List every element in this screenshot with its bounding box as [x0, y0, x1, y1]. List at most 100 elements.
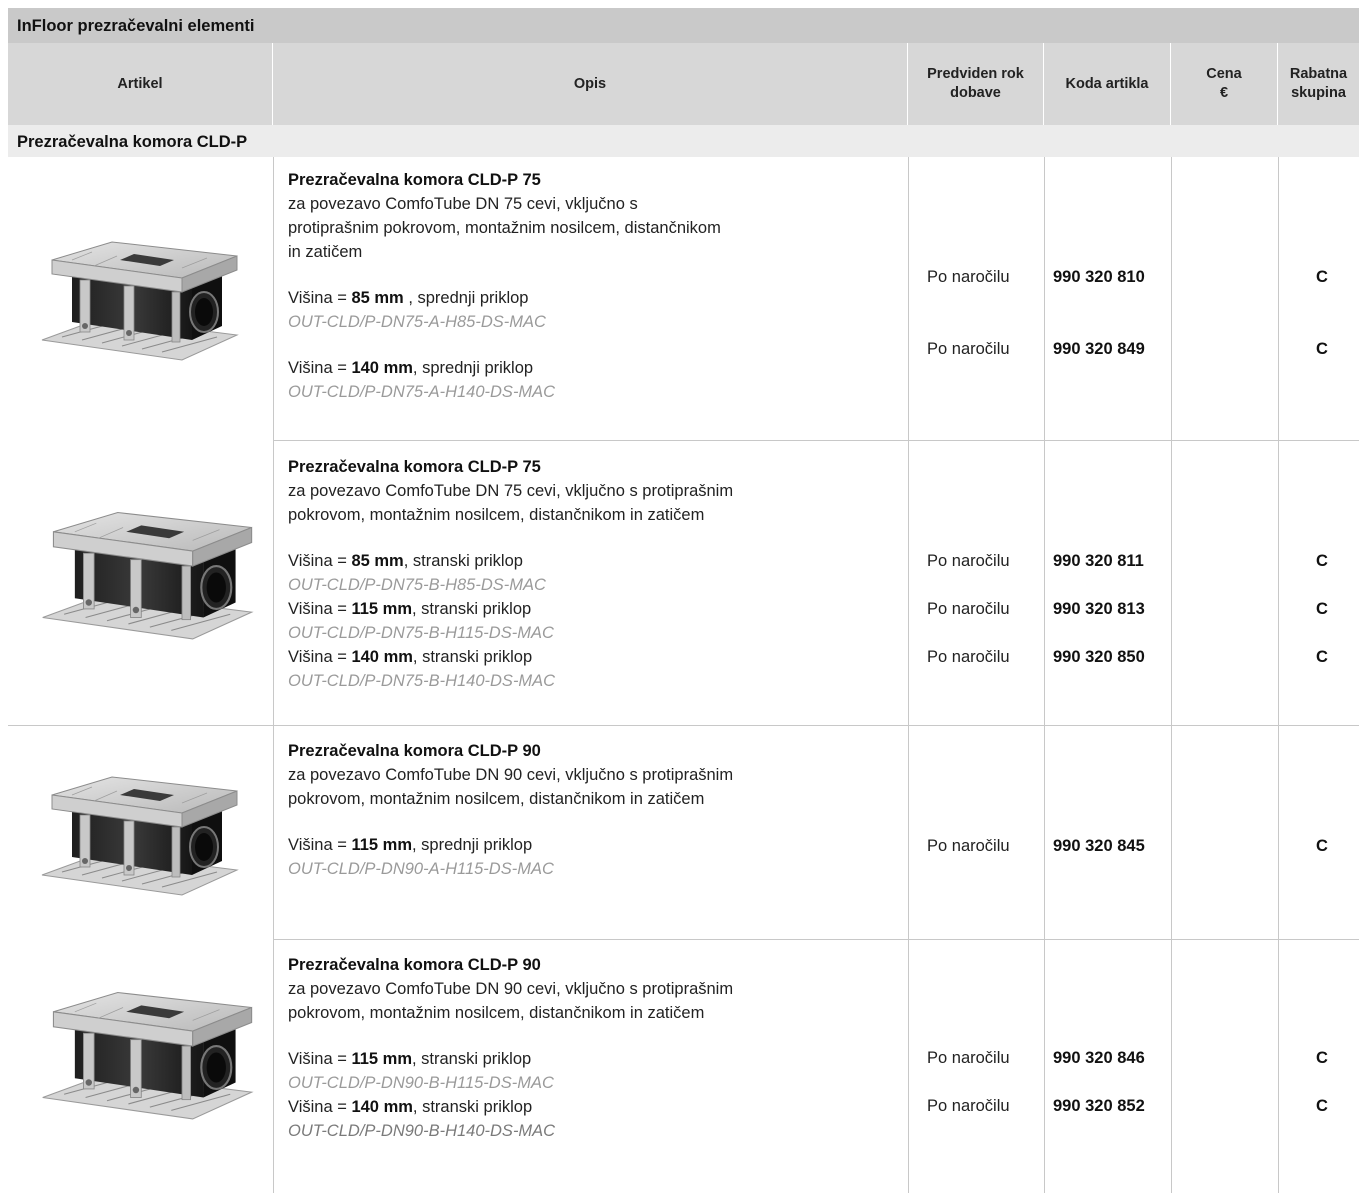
column-divider	[273, 157, 274, 1193]
description-line: pokrovom, montažnim nosilcem, distančnik…	[288, 1004, 705, 1022]
connection-type: , stranski priklop	[412, 648, 533, 666]
variant-code: OUT-CLD/P-DN75-A-H140-DS-MAC	[288, 383, 556, 401]
variant-height: Višina = 140 mm, stranski priklop	[288, 645, 733, 669]
header-price: Cena €	[1171, 43, 1278, 125]
discount-group: C	[1316, 1097, 1328, 1115]
article-code: 990 320 852	[1053, 1097, 1145, 1115]
header-artikel: Artikel	[8, 43, 273, 125]
product-image-cld-p75-side	[41, 511, 253, 641]
height-value: 140 mm	[351, 1098, 413, 1116]
column-divider	[1171, 157, 1172, 1193]
variant-code: OUT-CLD/P-DN90-A-H115-DS-MAC	[288, 860, 554, 878]
row-divider	[8, 725, 1359, 726]
delivery-time: Po naročilu	[927, 552, 1010, 570]
description-line: pokrovom, montažnim nosilcem, distančnik…	[288, 506, 705, 524]
variant-code: OUT-CLD/P-DN90-B-H115-DS-MAC	[288, 1074, 554, 1092]
height-value: 140 mm	[351, 359, 413, 377]
column-divider	[908, 157, 909, 1193]
row-divider	[273, 440, 1359, 441]
description-line: za povezavo ComfoTube DN 75 cevi, vključ…	[288, 482, 734, 500]
delivery-time: Po naročilu	[927, 340, 1010, 358]
connection-type: , sprednji priklop	[403, 289, 529, 307]
connection-type: , sprednji priklop	[412, 359, 534, 377]
variant-height: Višina = 140 mm, stranski priklop	[288, 1095, 733, 1119]
variant-height: Višina = 85 mm, stranski priklop	[288, 549, 733, 573]
header-discount-group: Rabatna skupina	[1278, 43, 1359, 125]
product-description: Prezračevalna komora CLD-P 90 za povezav…	[288, 739, 733, 881]
height-prefix: Višina =	[288, 836, 352, 854]
connection-type: , stranski priklop	[412, 1050, 532, 1068]
height-prefix: Višina =	[288, 648, 352, 666]
column-divider	[1278, 157, 1279, 1193]
header-price-line2: €	[1219, 85, 1229, 101]
product-image-cld-p75-front	[41, 241, 238, 361]
height-value: 85 mm	[351, 289, 404, 307]
height-value: 140 mm	[351, 648, 413, 666]
height-prefix: Višina =	[288, 600, 352, 618]
product-image-cld-p90-side	[41, 991, 253, 1121]
connection-type: , stranski priklop	[412, 1098, 533, 1116]
article-code: 990 320 845	[1053, 837, 1145, 855]
product-title: Prezračevalna komora CLD-P 75	[288, 171, 541, 189]
delivery-time: Po naročilu	[927, 648, 1010, 666]
header-delivery-line1: Predviden rok	[927, 66, 1024, 82]
height-value: 115 mm	[351, 600, 412, 618]
height-prefix: Višina =	[288, 289, 352, 307]
product-title: Prezračevalna komora CLD-P 90	[288, 956, 541, 974]
product-description: Prezračevalna komora CLD-P 75 za povezav…	[288, 168, 721, 404]
header-opis: Opis	[273, 43, 908, 125]
article-code: 990 320 846	[1053, 1049, 1145, 1067]
height-value: 115 mm	[351, 1050, 412, 1068]
discount-group: C	[1316, 648, 1328, 666]
variant-code: OUT-CLD/P-DN75-B-H140-DS-MAC	[288, 672, 556, 690]
header-discount-line1: Rabatna	[1289, 66, 1348, 82]
variant-height: Višina = 115 mm, sprednji priklop	[288, 833, 733, 857]
connection-type: , sprednji priklop	[412, 836, 533, 854]
article-code: 990 320 813	[1053, 600, 1145, 618]
height-prefix: Višina =	[288, 1050, 352, 1068]
height-value: 85 mm	[351, 552, 404, 570]
header-discount-line2: skupina	[1291, 85, 1346, 101]
discount-group: C	[1316, 837, 1328, 855]
variant-code: OUT-CLD/P-DN75-A-H85-DS-MAC	[288, 313, 546, 331]
delivery-time: Po naročilu	[927, 600, 1010, 618]
variant-height: Višina = 115 mm, stranski priklop	[288, 597, 733, 621]
discount-group: C	[1316, 268, 1328, 286]
row-divider	[273, 939, 1359, 940]
discount-group: C	[1316, 600, 1328, 618]
variant-height: Višina = 140 mm, sprednji priklop	[288, 356, 721, 380]
variant-code: OUT-CLD/P-DN90-B-H140-DS-MAC	[288, 1122, 556, 1140]
description-line: protiprašnim pokrovom, montažnim nosilce…	[288, 219, 721, 237]
article-code: 990 320 811	[1053, 552, 1144, 570]
description-line: za povezavo ComfoTube DN 90 cevi, vključ…	[288, 766, 734, 784]
header-price-line1: Cena	[1206, 66, 1242, 82]
height-prefix: Višina =	[288, 359, 352, 377]
product-title: Prezračevalna komora CLD-P 90	[288, 742, 541, 760]
table-header: Artikel Opis Predviden rok dobave Koda ar…	[8, 43, 1359, 125]
delivery-time: Po naročilu	[927, 1097, 1010, 1115]
product-title: Prezračevalna komora CLD-P 75	[288, 458, 541, 476]
header-delivery-line2: dobave	[950, 85, 1001, 101]
header-article-code: Koda artikla	[1044, 43, 1171, 125]
discount-group: C	[1316, 1049, 1328, 1067]
description-line: in zatičem	[288, 243, 363, 261]
column-divider	[1044, 157, 1045, 1193]
section-title: Prezračevalna komora CLD-P	[8, 125, 1359, 157]
article-code: 990 320 850	[1053, 648, 1145, 666]
variant-height: Višina = 115 mm, stranski priklop	[288, 1047, 733, 1071]
description-line: pokrovom, montažnim nosilcem, distančnik…	[288, 790, 705, 808]
delivery-time: Po naročilu	[927, 268, 1010, 286]
variant-code: OUT-CLD/P-DN75-B-H85-DS-MAC	[288, 576, 546, 594]
delivery-time: Po naročilu	[927, 1049, 1010, 1067]
height-prefix: Višina =	[288, 552, 352, 570]
description-line: za povezavo ComfoTube DN 90 cevi, vključ…	[288, 980, 734, 998]
header-delivery: Predviden rok dobave	[908, 43, 1044, 125]
article-code: 990 320 849	[1053, 340, 1145, 358]
variant-height: Višina = 85 mm , sprednji priklop	[288, 286, 721, 310]
variant-code: OUT-CLD/P-DN75-B-H115-DS-MAC	[288, 624, 554, 642]
delivery-time: Po naročilu	[927, 837, 1010, 855]
height-value: 115 mm	[351, 836, 412, 854]
table-title: InFloor prezračevalni elementi	[8, 8, 1359, 43]
product-image-cld-p90-front	[41, 776, 238, 896]
height-prefix: Višina =	[288, 1098, 352, 1116]
